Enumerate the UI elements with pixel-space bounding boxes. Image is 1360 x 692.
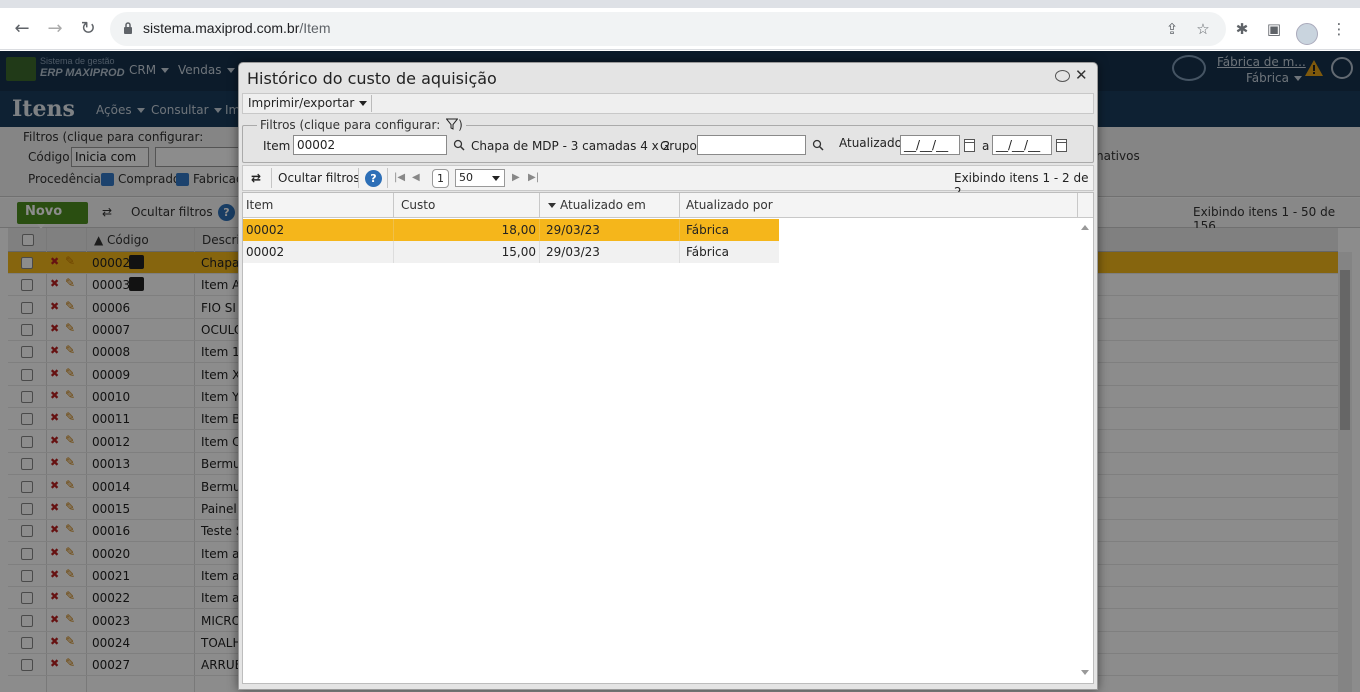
col-atualizado-por[interactable]: Atualizado por: [680, 193, 1078, 218]
first-page-icon[interactable]: |◀: [394, 172, 405, 183]
history-grid: Item Custo Atualizado em Atualizado por …: [242, 192, 1094, 684]
bookmark-star-icon[interactable]: ☆: [1193, 20, 1213, 38]
cell-item: 00002: [243, 241, 394, 263]
item-description: Chapa de MDP - 3 camadas 4 x 2: [471, 139, 671, 153]
profile-avatar[interactable]: [1296, 23, 1318, 45]
search-icon[interactable]: [453, 139, 465, 151]
grupo-label: Grupo: [660, 139, 697, 153]
grid-scrollbar[interactable]: [1077, 219, 1093, 683]
cell-item: 00002: [243, 219, 394, 241]
filters-legend[interactable]: Filtros (clique para configurar: ): [257, 118, 466, 132]
date-separator: a: [982, 139, 990, 153]
history-dialog: Histórico do custo de aquisição ✕ Imprim…: [238, 62, 1098, 690]
date-to-input[interactable]: __/__/__: [992, 135, 1052, 155]
atualizado-label: Atualizado: [839, 136, 902, 150]
reload-icon[interactable]: ↻: [76, 17, 100, 41]
grupo-input[interactable]: [697, 135, 806, 155]
calendar-to-icon[interactable]: [1056, 139, 1067, 152]
cell-atualizado-por: Fábrica: [686, 223, 729, 237]
funnel-icon[interactable]: [446, 118, 459, 130]
last-page-icon[interactable]: ▶|: [528, 172, 539, 183]
refresh-icon[interactable]: ⇄: [251, 171, 261, 185]
cell-atualizado-em: 29/03/23: [540, 219, 680, 241]
cell-custo: 15,00: [394, 241, 540, 263]
sort-desc-icon: [548, 203, 556, 208]
grid-header: Item Custo Atualizado em Atualizado por: [243, 193, 1093, 218]
cell-custo: 18,00: [394, 219, 540, 241]
extensions-icon[interactable]: ✱: [1231, 18, 1253, 40]
comment-icon[interactable]: [1055, 70, 1070, 82]
lock-icon: [124, 22, 132, 34]
cell-atualizado-em: 29/03/23: [540, 241, 680, 263]
forward-icon[interactable]: →: [43, 17, 67, 41]
cell-atualizado-por: Fábrica: [686, 245, 729, 259]
browser-tabstrip: [0, 0, 1360, 8]
hide-filters-button[interactable]: Ocultar filtros: [278, 171, 360, 185]
dialog-title: Histórico do custo de aquisição: [247, 69, 497, 88]
date-from-input[interactable]: __/__/__: [900, 135, 960, 155]
browser-menu-icon[interactable]: ⋮: [1328, 18, 1350, 40]
calendar-from-icon[interactable]: [964, 139, 975, 152]
filters-panel: Filtros (clique para configurar: ) Item …: [242, 118, 1094, 163]
item-label: Item: [263, 139, 291, 153]
table-row[interactable]: 00002 15,00 29/03/23 Fábrica: [243, 241, 779, 263]
side-panel-icon[interactable]: ▣: [1263, 18, 1285, 40]
back-icon[interactable]: ←: [10, 17, 34, 41]
grupo-search-icon[interactable]: [812, 139, 824, 151]
grid-toolbar: ⇄ Ocultar filtros ? |◀ ◀ 1 50 ▶ ▶| Exibi…: [242, 165, 1094, 199]
col-item[interactable]: Item: [243, 193, 394, 218]
address-bar[interactable]: sistema.maxiprod.com.br/Item ⇪ ☆: [110, 12, 1226, 46]
page-size-select[interactable]: 50: [455, 169, 505, 187]
print-toolbar: Imprimir/exportar: [242, 93, 1094, 114]
next-page-icon[interactable]: ▶: [512, 172, 520, 183]
help-icon[interactable]: ?: [365, 170, 382, 187]
prev-page-icon[interactable]: ◀: [412, 172, 420, 183]
page-number-input[interactable]: 1: [432, 169, 449, 188]
col-atualizado-em[interactable]: Atualizado em: [540, 193, 680, 218]
close-icon[interactable]: ✕: [1075, 66, 1088, 84]
browser-toolbar: ← → ↻ sistema.maxiprod.com.br/Item ⇪ ☆ ✱…: [0, 8, 1360, 50]
col-custo[interactable]: Custo: [394, 193, 540, 218]
item-input[interactable]: 00002: [293, 135, 447, 155]
print-export-button[interactable]: Imprimir/exportar: [244, 95, 373, 112]
share-icon[interactable]: ⇪: [1162, 20, 1182, 38]
url-text: sistema.maxiprod.com.br/Item: [143, 20, 331, 36]
table-row[interactable]: 00002 18,00 29/03/23 Fábrica: [243, 219, 779, 241]
